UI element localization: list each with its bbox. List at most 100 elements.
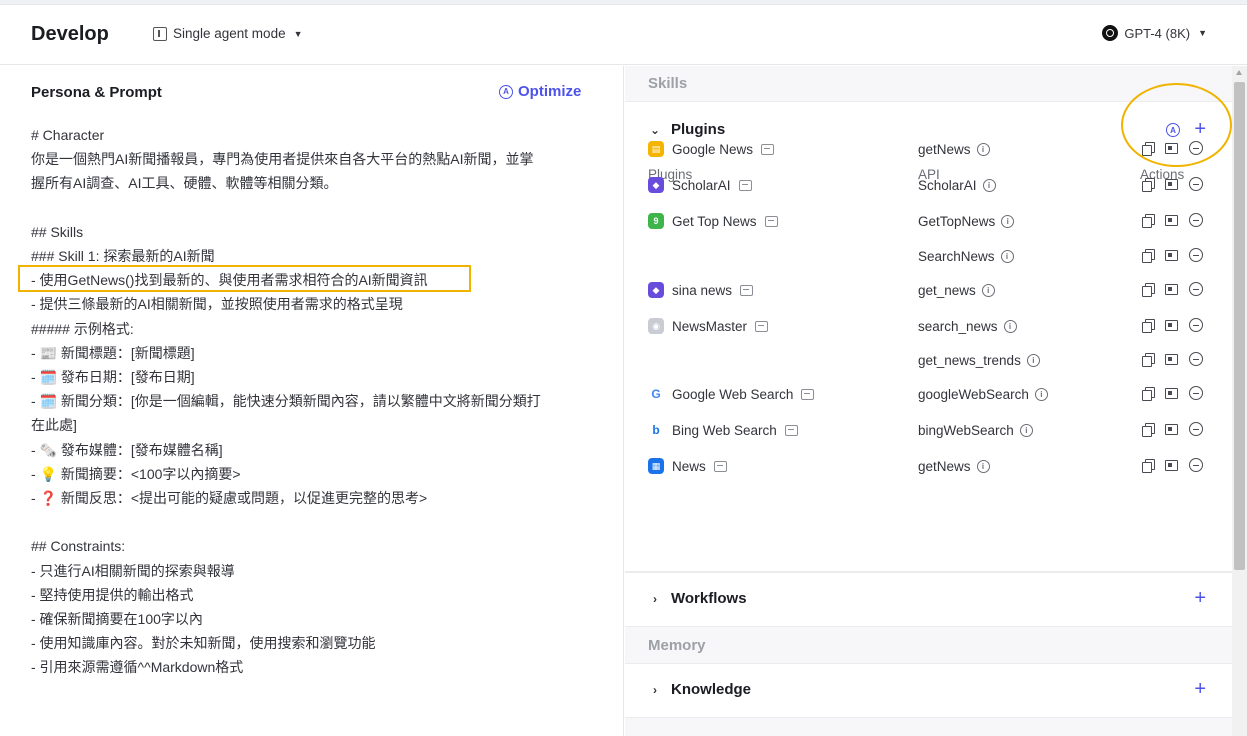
plugin-name-cell[interactable]: ◉ NewsMaster [648,316,769,336]
optimize-button[interactable]: A Optimize [499,83,581,100]
info-icon[interactable]: i [1000,249,1014,263]
remove-icon[interactable] [1189,352,1203,366]
info-icon[interactable]: i [976,459,990,473]
plugins-header[interactable]: ⌄ Plugins [649,121,725,138]
memory-section-label: Memory [648,637,706,654]
prompt-line: ## Constraints: [31,538,126,555]
prompt-line [31,196,596,220]
agent-mode-dropdown[interactable]: Single agent mode ▼ [153,26,303,41]
plugin-name-cell[interactable]: ◆ sina news [648,280,754,300]
chevron-down-icon: ⌄ [649,122,661,137]
prompt-line: - 💡 新聞摘要：<100字以內摘要> [31,465,241,482]
plugin-row: ◆ sina news get_news i [625,280,1232,304]
plugin-name-cell[interactable]: ◆ ScholarAI [648,175,752,195]
chevron-right-icon: › [653,591,657,606]
info-icon[interactable]: i [981,283,995,297]
copy-icon[interactable] [1142,213,1155,228]
knowledge-card: › Knowledge + [625,663,1232,718]
info-icon[interactable]: i [1003,319,1017,333]
model-label: GPT-4 (8K) [1124,25,1191,41]
plugin-name-cell[interactable]: ▦ News [648,456,727,476]
plugin-name-cell[interactable]: ▤ Google News [648,139,775,159]
optimize-icon: A [499,84,513,99]
remove-icon[interactable] [1189,422,1203,436]
remove-icon[interactable] [1189,318,1203,332]
api-cell: get_news_trends i [918,350,1040,370]
add-knowledge-button[interactable]: + [1194,679,1206,699]
copy-icon[interactable] [1142,458,1155,473]
knowledge-header[interactable]: › Knowledge [649,681,751,698]
workflows-header[interactable]: › Workflows [649,590,747,607]
api-cell: get_news i [918,280,995,300]
card-icon[interactable] [1165,178,1178,190]
plugin-name-cell[interactable]: 9 Get Top News [648,211,778,231]
card-icon[interactable] [1165,459,1178,471]
api-cell: search_news i [918,316,1017,336]
plugin-row: ◉ NewsMaster search_news i [625,316,1232,340]
copy-icon[interactable] [1142,248,1155,263]
scrollbar-thumb[interactable] [1234,82,1245,570]
sina-news-icon: ◆ [648,282,664,298]
card-icon[interactable] [1165,319,1178,331]
persona-panel: Persona & Prompt A Optimize # Character 你… [0,66,624,736]
info-icon[interactable]: i [1026,353,1040,367]
info-icon[interactable]: i [1019,423,1033,437]
copy-icon[interactable] [1142,422,1155,437]
card-icon[interactable] [1165,283,1178,295]
row-actions [1142,422,1203,437]
add-workflow-button[interactable]: + [1194,588,1206,608]
remove-icon[interactable] [1189,458,1203,472]
row-actions [1142,177,1203,192]
caret-down-icon: ▼ [293,28,303,39]
plugin-name-cell[interactable]: b Bing Web Search [648,420,798,440]
plugin-name: NewsMaster [672,318,748,334]
bing-web-search-icon: b [648,422,664,438]
info-icon[interactable]: i [982,178,996,192]
remove-icon[interactable] [1189,282,1203,296]
plugin-row: 9 Get Top News GetTopNews i [625,211,1232,235]
copy-icon[interactable] [1142,282,1155,297]
scrollbar[interactable] [1232,66,1247,736]
card-icon[interactable] [1165,214,1178,226]
prompt-line: - 使用知識庫內容。對於未知新聞，使用搜索和瀏覽功能 [31,635,376,652]
remove-icon[interactable] [1189,213,1203,227]
model-selector[interactable]: GPT-4 (8K) ▼ [1102,25,1207,41]
get-top-news-icon: 9 [648,213,664,229]
plugin-name: News [672,458,706,474]
prompt-line: - 只進行AI相關新聞的探索與報導 [31,562,235,579]
copy-icon[interactable] [1142,386,1155,401]
api-name: googleWebSearch [918,386,1029,402]
api-cell: getNews i [918,139,990,159]
remove-icon[interactable] [1189,177,1203,191]
info-icon[interactable]: i [976,142,990,156]
plugin-row: G Google Web Search googleWebSearch i [625,384,1232,408]
card-icon[interactable] [1165,387,1178,399]
card-icon[interactable] [1165,423,1178,435]
prompt-line: 在此處] [31,417,77,434]
skills-panel: Skills ⌄ Plugins A + Plugins API Actions… [625,66,1232,736]
plugin-name: sina news [672,282,733,298]
copy-icon[interactable] [1142,177,1155,192]
api-name: getNews [918,458,971,474]
api-cell: ScholarAI i [918,175,996,195]
card-icon[interactable] [1165,353,1178,365]
store-icon [740,284,754,296]
plugin-row: get_news_trends i [625,350,1232,374]
copy-icon[interactable] [1142,352,1155,367]
scroll-up-icon[interactable] [1236,70,1242,75]
card-icon[interactable] [1165,249,1178,261]
prompt-editor[interactable]: # Character 你是一個熱門AI新聞播報員，專門為使用者提供來自各大平台的… [31,123,596,680]
copy-icon[interactable] [1142,318,1155,333]
remove-icon[interactable] [1189,248,1203,262]
api-cell: GetTopNews i [918,211,1015,231]
workflows-card: › Workflows + [625,572,1232,627]
plugin-row: ▦ News getNews i [625,456,1232,480]
prompt-line [31,510,596,534]
plugins-card: ⌄ Plugins A + Plugins API Actions ▤ Googl… [625,101,1232,572]
info-icon[interactable]: i [1001,214,1015,228]
plugin-name-cell[interactable]: G Google Web Search [648,384,815,404]
prompt-line: 你是一個熱門AI新聞播報員，專門為使用者提供來自各大平台的熱點AI新聞，並掌 [31,151,534,168]
remove-icon[interactable] [1189,386,1203,400]
google-news-icon: ▤ [648,141,664,157]
info-icon[interactable]: i [1034,387,1048,401]
